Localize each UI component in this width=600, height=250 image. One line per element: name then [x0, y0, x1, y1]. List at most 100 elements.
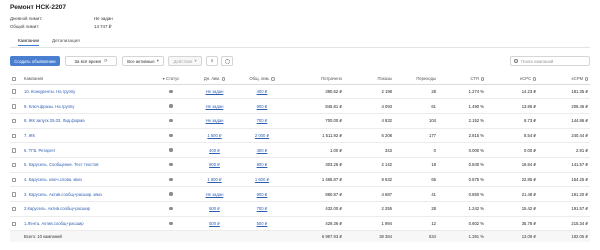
- row-checkbox[interactable]: [12, 133, 17, 138]
- actions-select[interactable]: Действия ▾: [168, 56, 202, 66]
- total-limit-link[interactable]: 700 ₽: [257, 118, 268, 123]
- status-cell: [150, 113, 192, 129]
- clicks-cell: 61: [394, 98, 438, 114]
- campaign-name[interactable]: 1.Лента. Актив.сообщ+расшир: [22, 216, 150, 232]
- impressions-cell: 1 994: [344, 216, 394, 232]
- campaign-name[interactable]: 3. Карусель. Актив.сообщ+расшир. квиз: [22, 186, 150, 202]
- tab-details[interactable]: Детализация: [52, 38, 80, 45]
- total-limit-cell: 1 600 ₽: [237, 172, 287, 188]
- period-select[interactable]: За всё время ⟳: [65, 56, 117, 66]
- campaign-name[interactable]: 8. ЖК запуск 25.03. Лид.форма: [22, 113, 150, 129]
- total-spent: 6 987.93 ₽: [287, 230, 344, 242]
- total-limit-cell: 700 ₽: [237, 201, 287, 217]
- campaign-name[interactable]: 7. ЖК: [22, 128, 150, 144]
- header-campaign[interactable]: Кампания: [22, 74, 150, 85]
- campaign-name[interactable]: 2.Карусель. Актив.сообщ+расшир: [22, 201, 150, 217]
- header-total-limit[interactable]: Общ. лим.: [237, 74, 287, 85]
- filter-select[interactable]: Все активные ▾: [122, 56, 164, 66]
- daily-limit-link[interactable]: 500 ₽: [209, 221, 220, 226]
- row-checkbox-cell: [10, 157, 22, 173]
- header-daily-limit[interactable]: Дн. лим.: [192, 74, 237, 85]
- campaign-name[interactable]: 5. Карусель. Сообщение. Тест текстов: [22, 157, 150, 173]
- header-spent[interactable]: Потрачено: [287, 74, 344, 85]
- campaign-name[interactable]: 10. Конкуренты. На группу: [22, 84, 150, 100]
- header-ecpm[interactable]: eCPM: [538, 74, 590, 85]
- header-status[interactable]: ▾ Статус: [150, 74, 192, 85]
- total-limit-cell: 900 ₽: [237, 186, 287, 202]
- row-checkbox[interactable]: [12, 206, 17, 212]
- ctr-cell: 0.000 %: [438, 142, 486, 158]
- row-checkbox[interactable]: [12, 104, 17, 109]
- campaign-name-link[interactable]: 6. ТГБ. Ретаргет: [24, 148, 55, 153]
- spent-cell: 845.81 ₽: [287, 98, 344, 114]
- total-limit-link[interactable]: 400 ₽: [257, 148, 268, 153]
- header-ctr[interactable]: CTR: [438, 74, 486, 85]
- campaign-name-link[interactable]: 2.Карусель. Актив.сообщ+расшир: [24, 206, 90, 211]
- header-ecpc[interactable]: eCPC: [486, 74, 538, 85]
- table-row[interactable]: 9. Ключ.фразы. На группу Не задан 900 ₽ 845…: [10, 98, 590, 114]
- daily-limit-link[interactable]: 1 500 ₽: [207, 133, 221, 138]
- header-impressions[interactable]: Показы: [344, 74, 394, 85]
- table-row[interactable]: 1.Лента. Актив.сообщ+расшир 500 ₽ 500 ₽ 429…: [10, 216, 590, 232]
- total-limit-link[interactable]: 1 600 ₽: [255, 177, 269, 182]
- row-checkbox[interactable]: [12, 148, 17, 153]
- campaign-name-link[interactable]: 10. Конкуренты. На группу: [24, 89, 75, 94]
- daily-limit-link[interactable]: Не задан: [206, 192, 224, 197]
- header-clicks[interactable]: Переходы: [394, 74, 438, 85]
- row-checkbox[interactable]: [12, 192, 17, 197]
- campaign-name[interactable]: 9. Ключ.фразы. На группу: [22, 98, 150, 114]
- row-checkbox[interactable]: [12, 118, 17, 124]
- daily-limit-link[interactable]: Не задан: [206, 89, 224, 94]
- ecpm-cell: 206.45 ₽: [538, 98, 590, 114]
- total-limit-link[interactable]: 500 ₽: [257, 221, 268, 226]
- row-checkbox[interactable]: [12, 89, 17, 94]
- daily-limit-link[interactable]: Не задан: [206, 118, 224, 123]
- total-limit-link[interactable]: 900 ₽: [257, 104, 268, 109]
- total-limit-cell: 900 ₽: [237, 98, 287, 114]
- select-all-checkbox[interactable]: [12, 76, 17, 82]
- search-input[interactable]: Поиск кампаний: [510, 56, 590, 66]
- table-row[interactable]: 5. Карусель. Сообщение. Тест текстов 800 …: [10, 157, 590, 173]
- table-row[interactable]: 4. Карусель. ключ.слова. квиз 1 600 ₽ 1 60…: [10, 172, 590, 188]
- table-row[interactable]: 8. ЖК запуск 25.03. Лид.форма Не задан 700…: [10, 113, 590, 129]
- table-row[interactable]: 3. Карусель. Актив.сообщ+расшир. квиз Не …: [10, 186, 590, 202]
- settings-button[interactable]: [221, 56, 233, 66]
- total-limit-link[interactable]: 2 000 ₽: [255, 133, 269, 138]
- download-button[interactable]: ⭳: [206, 56, 218, 66]
- campaign-name-link[interactable]: 4. Карусель. ключ.слова. квиз: [24, 177, 82, 182]
- campaign-name-link[interactable]: 8. ЖК запуск 25.03. Лид.форма: [24, 118, 85, 123]
- table-row[interactable]: 7. ЖК 1 500 ₽ 2 000 ₽ 1 511.92 ₽6 208 177 2.8…: [10, 128, 590, 144]
- daily-limit-link[interactable]: Не задан: [206, 104, 224, 109]
- campaign-name[interactable]: 4. Карусель. ключ.слова. квиз: [22, 172, 150, 188]
- tab-campaigns[interactable]: Кампании: [18, 38, 40, 46]
- daily-limit-link[interactable]: 800 ₽: [209, 162, 220, 167]
- table-row[interactable]: 2.Карусель. Актив.сообщ+расшир 500 ₽ 700 ₽…: [10, 201, 590, 217]
- daily-limit-link[interactable]: 500 ₽: [209, 206, 220, 211]
- campaign-name-link[interactable]: 3. Карусель. Актив.сообщ+расшир. квиз: [24, 192, 102, 197]
- campaign-name-link[interactable]: 7. ЖК: [24, 133, 35, 138]
- status-indicator-icon: [169, 192, 173, 196]
- search-placeholder: Поиск кампаний: [521, 58, 554, 64]
- total-limit-link[interactable]: 900 ₽: [257, 192, 268, 197]
- campaign-name[interactable]: 6. ТГБ. Ретаргет: [22, 142, 150, 158]
- campaign-name-link[interactable]: 1.Лента. Актив.сообщ+расшир: [24, 221, 84, 226]
- ecpc-cell: 35.78 ₽: [486, 216, 538, 232]
- status-cell: [150, 98, 192, 114]
- row-checkbox[interactable]: [12, 221, 17, 227]
- total-label: Всего: 10 кампаний: [22, 230, 287, 242]
- daily-limit-link[interactable]: 1 600 ₽: [207, 177, 221, 182]
- total-limit-link[interactable]: 700 ₽: [257, 206, 268, 211]
- ecpm-cell: 191.57 ₽: [538, 201, 590, 217]
- table-row[interactable]: 6. ТГБ. Ретаргет 400 ₽400 ₽1.00 ₽343 0 0.00…: [10, 142, 590, 158]
- total-limit-link[interactable]: 800 ₽: [257, 162, 268, 167]
- campaign-name-link[interactable]: 5. Карусель. Сообщение. Тест текстов: [24, 162, 99, 167]
- total-limit-cell: 400 ₽: [237, 84, 287, 100]
- row-checkbox[interactable]: [12, 177, 17, 182]
- row-checkbox[interactable]: [12, 162, 17, 168]
- table-total-row: Всего: 10 кампаний 6 987.93 ₽38 384 534 1.3…: [10, 230, 590, 242]
- table-row[interactable]: 10. Конкуренты. На группу Не задан 400 ₽ 39…: [10, 84, 590, 100]
- total-limit-link[interactable]: 400 ₽: [257, 89, 268, 94]
- create-ad-button[interactable]: Создать объявление: [10, 56, 60, 66]
- daily-limit-link[interactable]: 400 ₽: [209, 148, 220, 153]
- campaign-name-link[interactable]: 9. Ключ.фразы. На группу: [24, 104, 74, 109]
